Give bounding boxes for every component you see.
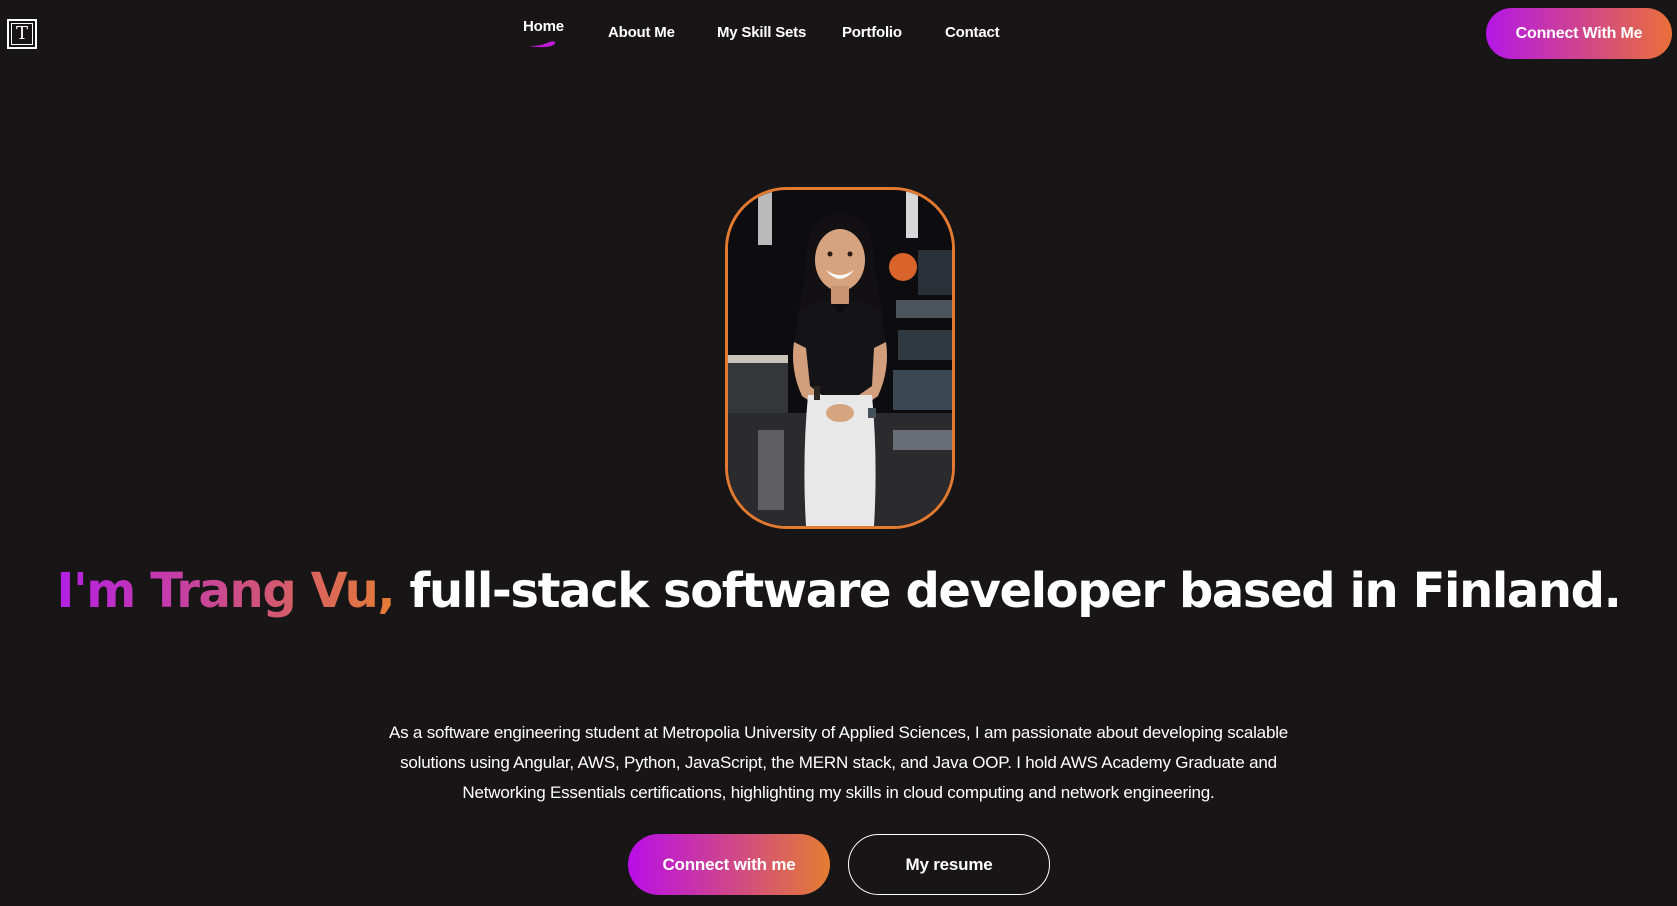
profile-portrait-illustration xyxy=(728,190,952,526)
my-resume-button[interactable]: My resume xyxy=(848,834,1050,895)
hero-intro-text: As a software engineering student at Met… xyxy=(388,723,1289,802)
nav-item-about-me[interactable]: About Me xyxy=(608,24,675,41)
main-nav: Home About Me My Skill Sets Portfolio Co… xyxy=(0,0,1677,70)
connect-with-me-button[interactable]: Connect with me xyxy=(628,834,830,895)
hero-headline: I'm Trang Vu, full-stack software develo… xyxy=(0,558,1677,625)
profile-photo xyxy=(725,187,955,529)
nav-item-home[interactable]: Home xyxy=(523,18,564,35)
nav-item-contact[interactable]: Contact xyxy=(945,24,1000,41)
nav-item-my-skill-sets[interactable]: My Skill Sets xyxy=(717,24,806,41)
nav-item-portfolio[interactable]: Portfolio xyxy=(842,24,902,41)
connect-with-me-header-button[interactable]: Connect With Me xyxy=(1486,8,1672,59)
hero-headline-rest: full-stack software developer based in F… xyxy=(394,563,1622,619)
hero-headline-name: I'm Trang Vu, xyxy=(56,563,396,619)
active-indicator-icon xyxy=(529,41,556,48)
